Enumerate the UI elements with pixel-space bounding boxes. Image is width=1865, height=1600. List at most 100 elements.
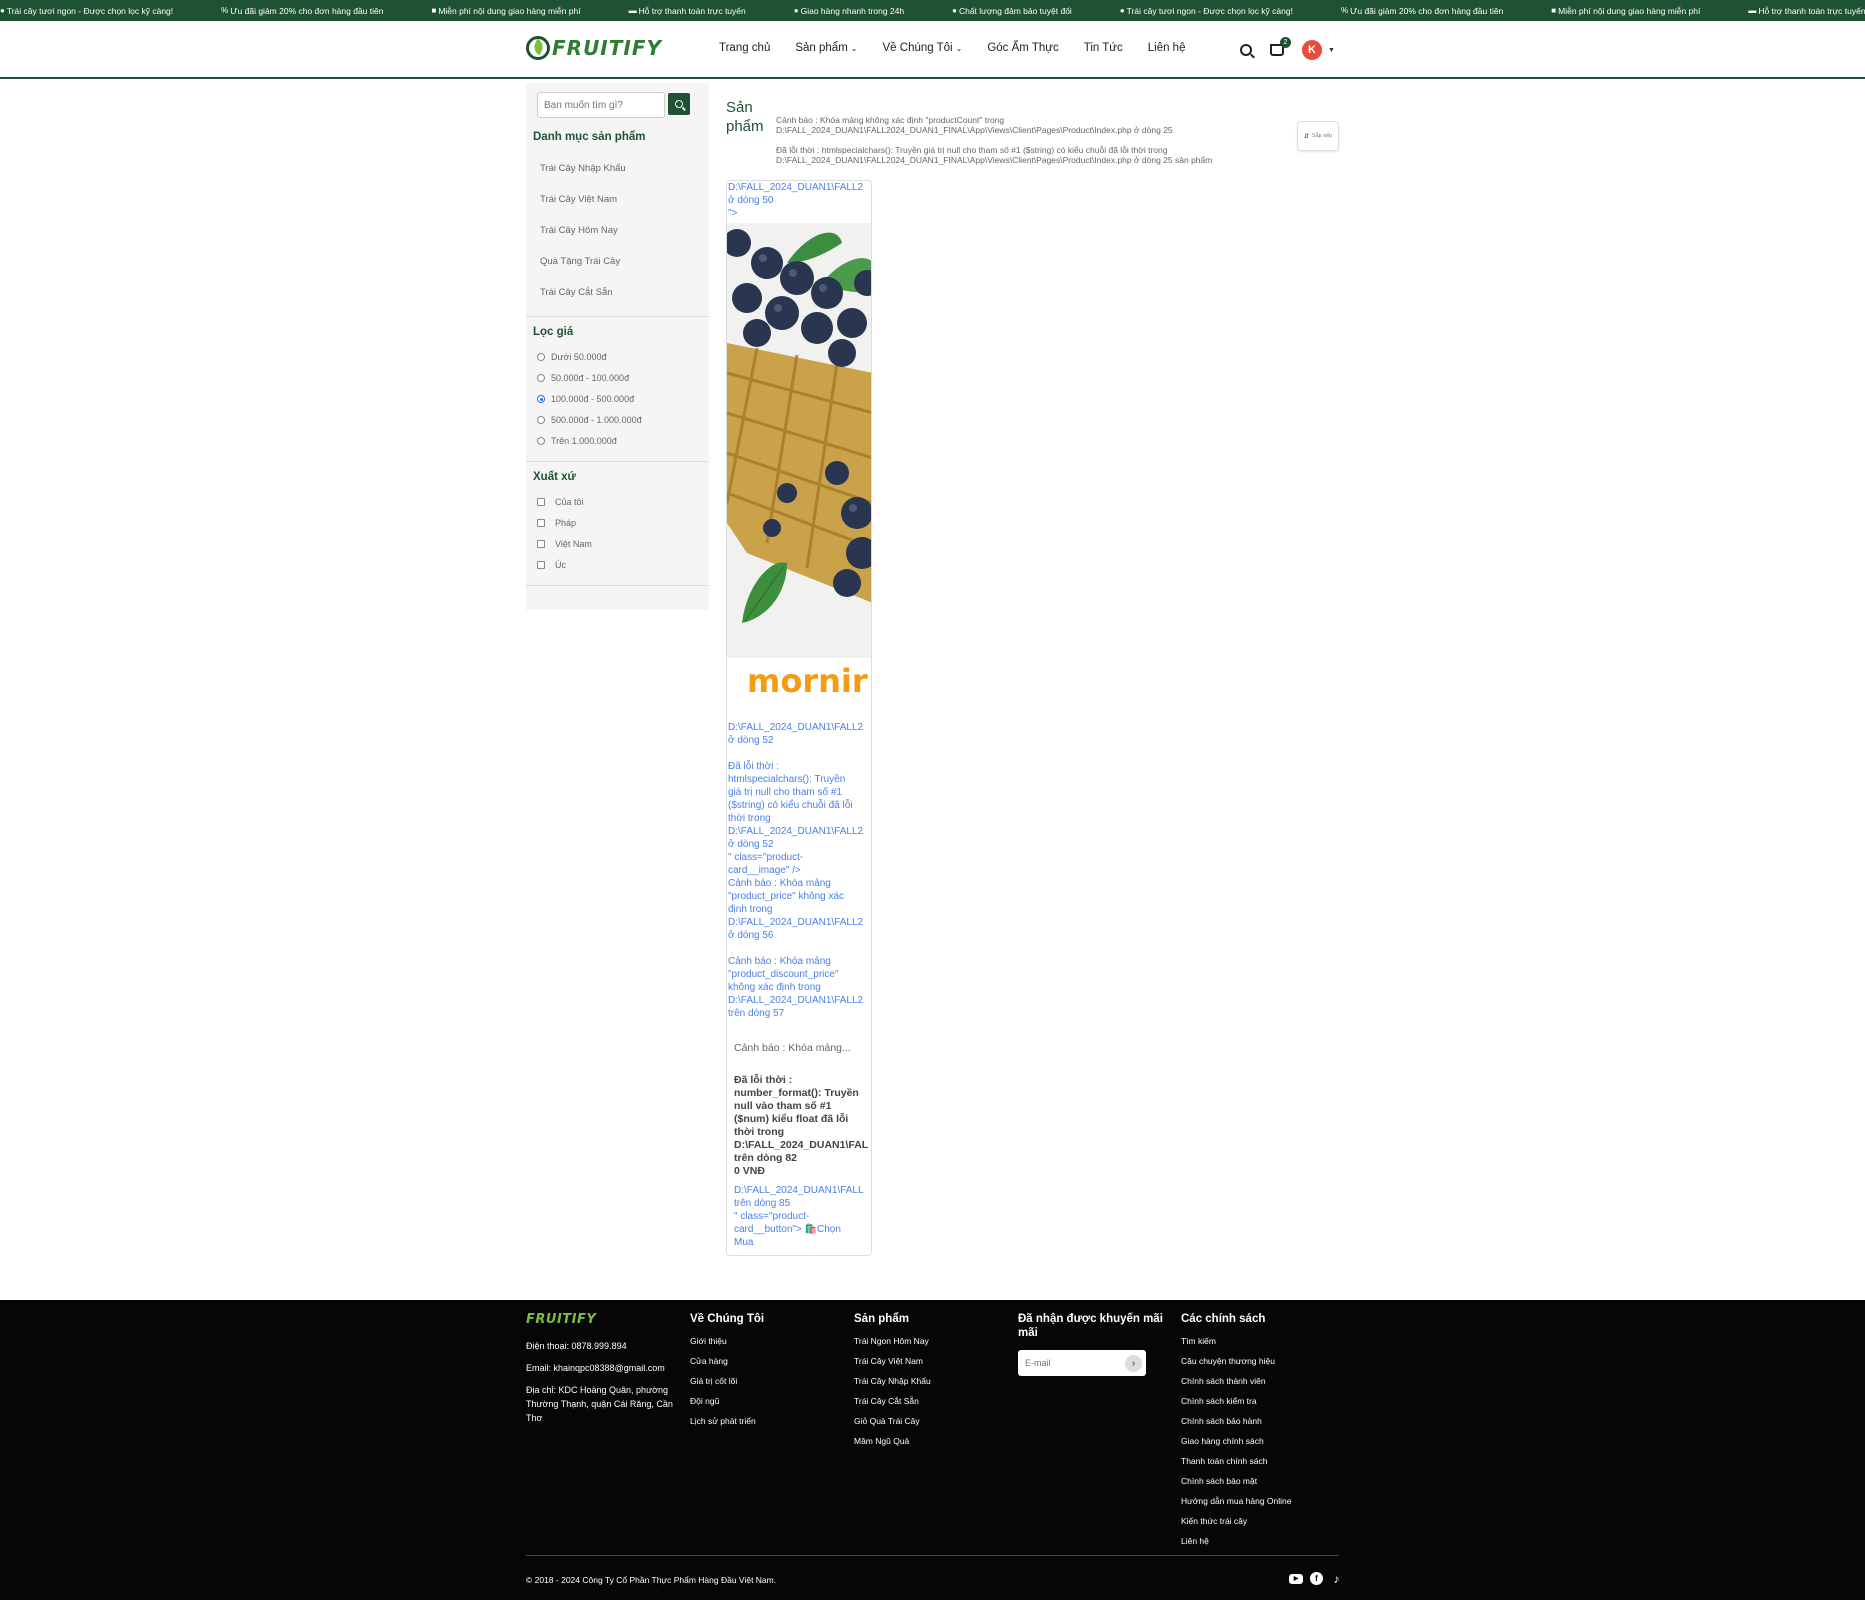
tiktok-icon[interactable]: ♪ — [1330, 1572, 1343, 1586]
category-item[interactable]: Trái Cây Cắt Sẵn — [540, 287, 613, 298]
footer-logo[interactable]: FRUITIFY — [526, 1312, 686, 1327]
footer-link[interactable]: Hướng dẫn mua hàng Online — [1181, 1496, 1341, 1507]
php-deprecated-notice: Đã lỗi thời : htmlspecialchars(): Truyền… — [776, 145, 1213, 165]
nav-cuisine[interactable]: Góc Ẩm Thực — [987, 42, 1058, 54]
footer-about: Về Chúng Tôi Giới thiệu Cửa hàng Giá trị… — [690, 1312, 840, 1436]
product-price: Đã lỗi thời : number_format(): Truyền nu… — [734, 1074, 869, 1177]
search-icon[interactable] — [1240, 44, 1252, 56]
price-option[interactable]: Trên 1.000.000đ — [537, 436, 617, 446]
radio-button[interactable] — [537, 374, 545, 382]
footer-link[interactable]: Giới thiệu — [690, 1336, 840, 1347]
footer-divider — [526, 1555, 1339, 1556]
footer-link[interactable]: Câu chuyện thương hiệu — [1181, 1356, 1341, 1367]
marquee-item: ● Chất lượng đảm bảo tuyệt đối — [952, 6, 1072, 16]
footer-link[interactable]: Chính sách thành viên — [1181, 1376, 1341, 1387]
checkbox[interactable] — [537, 540, 545, 548]
product-image[interactable] — [727, 223, 871, 658]
origin-option[interactable]: Của tôi — [537, 497, 584, 507]
radio-button-selected[interactable] — [537, 395, 545, 403]
product-card-errors[interactable]: D:\FALL_2024_DUAN1\FALL2 ở dòng 52 Đã lỗ… — [728, 721, 871, 1020]
nav-home[interactable]: Trang chủ — [719, 42, 770, 54]
footer-link[interactable]: Cửa hàng — [690, 1356, 840, 1367]
category-item[interactable]: Trái Cây Nhập Khẩu — [540, 163, 626, 174]
footer-link[interactable]: Chính sách kiểm tra — [1181, 1396, 1341, 1407]
search-input[interactable] — [537, 92, 665, 118]
category-item[interactable]: Quà Tặng Trái Cây — [540, 256, 620, 267]
price-option[interactable]: 50.000đ - 100.000đ — [537, 373, 629, 383]
footer-link[interactable]: Trái Cây Cắt Sẵn — [854, 1396, 1004, 1407]
option-label: Của tôi — [555, 497, 584, 507]
marquee-item: ▬ Hỗ trợ thanh toán trực tuyến — [1748, 6, 1865, 16]
marquee-item: ● Trái cây tươi ngon - Được chọn lọc kỹ c… — [0, 6, 173, 16]
site-logo[interactable]: FRUITIFY — [526, 36, 662, 60]
categories-title: Danh mục sản phẩm — [533, 131, 646, 143]
category-item[interactable]: Trái Cây Việt Nam — [540, 194, 617, 205]
marquee-item: ● Giao hàng nhanh trong 24h — [794, 6, 904, 16]
option-label: 50.000đ - 100.000đ — [551, 373, 630, 383]
origin-option[interactable]: Úc — [537, 560, 566, 570]
radio-button[interactable] — [537, 416, 545, 424]
newsletter-email-input[interactable] — [1018, 1350, 1118, 1376]
price-option[interactable]: 500.000đ - 1.000.000đ — [537, 415, 642, 425]
footer-link[interactable]: Mâm Ngũ Quả — [854, 1436, 1004, 1447]
arrow-right-icon[interactable]: › — [1125, 1355, 1142, 1372]
leaf-logo-icon — [526, 36, 550, 60]
sort-label: Sắp xếp — [1311, 133, 1333, 139]
footer-link[interactable]: Liên hệ — [1181, 1536, 1341, 1547]
marquee-text: Trái cây tươi ngon - Được chọn lọc kỹ cà… — [6, 5, 174, 16]
nav-news[interactable]: Tin Tức — [1084, 42, 1123, 54]
nav-about[interactable]: Về Chúng Tôi ⌄ — [883, 42, 963, 54]
chevron-down-icon: ⌄ — [850, 43, 858, 53]
radio-button[interactable] — [537, 353, 545, 361]
footer-link[interactable]: Giao hàng chính sách — [1181, 1436, 1341, 1447]
footer-link[interactable]: Giá trị cốt lõi — [690, 1376, 840, 1387]
marquee-text: Trái cây tươi ngon - Được chọn lọc kỹ cà… — [1126, 5, 1293, 16]
marquee-item: ■ Miễn phí nội dung giao hàng miễn phí — [431, 6, 580, 16]
promo-marquee: ● Trái cây tươi ngon - Được chọn lọc kỹ c… — [0, 0, 1865, 21]
footer-link[interactable]: Trái Cây Nhập Khẩu — [854, 1376, 1004, 1387]
footer-link[interactable]: Trái Ngon Hôm Nay — [854, 1336, 1004, 1347]
nav-contact[interactable]: Liên hệ — [1148, 42, 1186, 54]
product-name-warning: Cảnh báo : Khóa mảng... — [734, 1042, 851, 1054]
nav-label: Sản phẩm — [795, 42, 848, 54]
footer-link[interactable]: Thanh toán chính sách — [1181, 1456, 1341, 1467]
morning-brand-logo: mornir — [747, 662, 868, 700]
category-item[interactable]: Trái Cây Hôm Nay — [540, 225, 618, 236]
product-link-error[interactable]: D:\FALL_2024_DUAN1\FALL2 ở dòng 50 "> — [727, 181, 871, 220]
marquee-text: Hỗ trợ thanh toán trực tuyến — [1758, 5, 1865, 16]
sort-button[interactable]: ⇵ Sắp xếp — [1297, 121, 1339, 151]
user-avatar[interactable]: K — [1302, 40, 1322, 60]
caret-down-icon[interactable]: ▼ — [1328, 47, 1335, 54]
card-icon: ▬ — [1748, 6, 1757, 15]
footer-link[interactable]: Chính sách bảo hành — [1181, 1416, 1341, 1427]
footer-link[interactable]: Trái Cây Việt Nam — [854, 1356, 1004, 1367]
marquee-text: Miễn phí nội dung giao hàng miễn phí — [1558, 5, 1701, 16]
origin-option[interactable]: Việt Nam — [537, 539, 592, 549]
facebook-icon[interactable]: f — [1310, 1572, 1323, 1585]
nav-products[interactable]: Sản phẩm ⌄ — [795, 42, 857, 54]
search-button[interactable] — [668, 93, 690, 115]
option-label: 100.000đ - 500.000đ — [551, 394, 635, 404]
price-option[interactable]: 100.000đ - 500.000đ — [537, 394, 634, 404]
checkbox[interactable] — [537, 498, 545, 506]
origin-option[interactable]: Pháp — [537, 518, 576, 528]
footer-products: Sản phẩm Trái Ngon Hôm Nay Trái Cây Việt… — [854, 1312, 1004, 1456]
cart-icon[interactable]: 2 — [1270, 37, 1291, 56]
footer-link[interactable]: Đội ngũ — [690, 1396, 840, 1407]
footer-link[interactable]: Giỏ Quà Trái Cây — [854, 1416, 1004, 1427]
footer-link[interactable]: Lịch sử phát triển — [690, 1416, 840, 1427]
youtube-icon[interactable]: ▶ — [1289, 1573, 1303, 1584]
footer-link[interactable]: Chính sách bảo mật — [1181, 1476, 1341, 1487]
footer-link[interactable]: Tìm kiếm — [1181, 1336, 1341, 1347]
footer-link[interactable]: Kiến thức trái cây — [1181, 1516, 1341, 1527]
php-warning: Cảnh báo : Khóa mảng không xác định "pro… — [776, 115, 1173, 135]
social-links: ▶ f ♪ — [1289, 1572, 1343, 1586]
checkbox[interactable] — [537, 561, 545, 569]
checkbox[interactable] — [537, 519, 545, 527]
price-option[interactable]: Dưới 50.000đ — [537, 352, 606, 362]
radio-button[interactable] — [537, 437, 545, 445]
product-card[interactable]: D:\FALL_2024_DUAN1\FALL2 ở dòng 50 "> mo… — [726, 180, 872, 1256]
footer-address: Địa chỉ: KDC Hoàng Quân, phường Thường T… — [526, 1385, 673, 1423]
divider — [526, 461, 709, 462]
choose-buy-button[interactable]: D:\FALL_2024_DUAN1\FALL trên dòng 85 " c… — [734, 1184, 871, 1249]
